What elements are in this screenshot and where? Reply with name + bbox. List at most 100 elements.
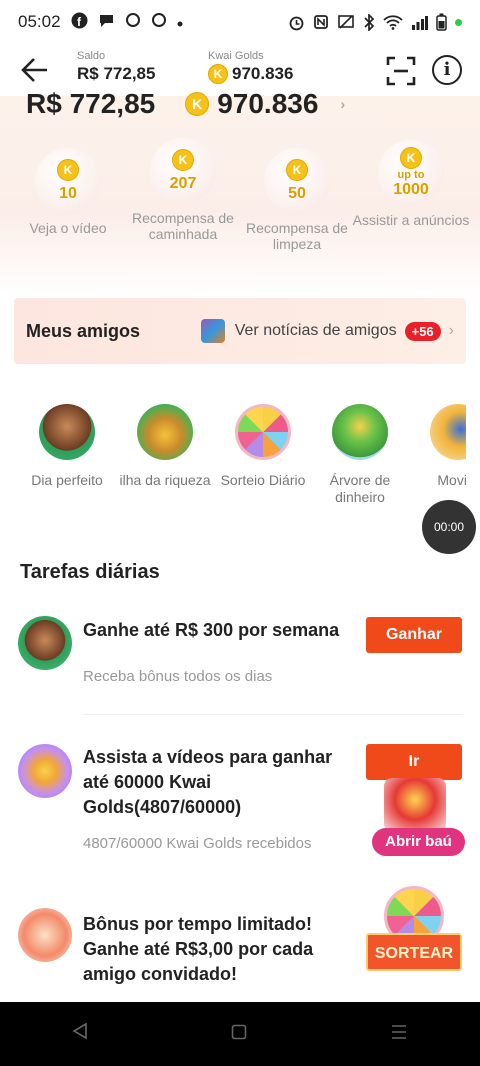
battery-icon (436, 13, 447, 31)
friends-title: Meus amigos (26, 320, 141, 341)
chevron-right-icon: › (448, 322, 454, 339)
signal-icon (412, 15, 428, 30)
info-button[interactable]: i (432, 55, 462, 85)
system-nav-bar (0, 1002, 480, 1066)
reward-cleaning[interactable]: K 50 Recompensa de limpeza (237, 148, 357, 252)
phone-coins-icon (18, 744, 72, 798)
golds-value: 970.836 (232, 64, 294, 83)
ir-button[interactable]: Ir (366, 744, 462, 780)
menu-icon (392, 1024, 407, 1039)
ganhar-button[interactable]: Ganhar (366, 617, 462, 653)
treasure-chest-icon (384, 778, 446, 832)
kwai-coin-icon: K (286, 159, 308, 181)
status-dot (455, 18, 462, 26)
reward-bubble: K up to 1000 (378, 140, 444, 206)
saldo-block: Saldo R$ 772,85 (77, 50, 155, 84)
kwai-coin-icon: K (185, 92, 210, 116)
reward-label: Recompensa de caminhada (132, 210, 234, 242)
reward-value: 50 (288, 185, 306, 202)
wifi-icon (383, 15, 403, 30)
nav-menu-button[interactable] (390, 1023, 408, 1046)
dot-icon (177, 14, 183, 31)
reward-ads[interactable]: K up to 1000 Assistir a anúncios (351, 140, 471, 228)
game-sorteio-diario[interactable]: Sorteio Diário (213, 392, 313, 489)
game-ilha-da-riqueza[interactable]: ilha da riqueza (115, 392, 215, 489)
game-label: Dia perfeito (31, 472, 103, 488)
divider (83, 714, 463, 715)
status-time: 05:02 (18, 12, 61, 31)
nav-home-button[interactable] (231, 1023, 247, 1046)
balance-money: R$ 772,85 (26, 88, 156, 119)
saldo-label: Saldo (77, 50, 106, 62)
reward-bubble: K 50 (264, 148, 330, 214)
reward-label: Assistir a anúncios (352, 212, 470, 228)
cast-icon (338, 15, 354, 29)
girl-avatar-icon (18, 616, 72, 670)
friends-news-label: Ver notícias de amigos (234, 322, 397, 339)
abrir-bau-button[interactable]: Abrir baú (372, 828, 465, 856)
money-tree-icon (332, 404, 388, 460)
facebook-icon: f (71, 12, 88, 33)
reward-value: 10 (59, 185, 77, 202)
scan-icon (386, 56, 416, 86)
prize-wheel-icon (235, 404, 291, 460)
friends-bar[interactable]: Meus amigos Ver notícias de amigos +56 › (14, 298, 466, 364)
bluetooth-icon (364, 13, 375, 31)
back-triangle-icon (72, 1022, 87, 1040)
reward-walk[interactable]: K 207 Recompensa de caminhada (123, 138, 243, 242)
app-icon (125, 12, 141, 32)
reward-prefix: up to (397, 169, 425, 181)
task-title: Bônus por tempo limitado! Ganhe até R$3,… (83, 914, 314, 984)
reward-value: 207 (169, 175, 197, 192)
app-icon (151, 12, 167, 32)
tasks-title: Tarefas diárias (20, 561, 160, 583)
task-subtitle: Receba bônus todos os dias (83, 668, 273, 685)
back-button[interactable] (20, 56, 52, 84)
game-label: Árvore de dinheiro (329, 472, 391, 505)
task-title: Ganhe até R$ 300 por semana (83, 620, 340, 640)
timer-badge[interactable]: 00:00 (422, 500, 476, 554)
scan-button[interactable] (386, 56, 416, 86)
game-label: Sorteio Diário (220, 472, 306, 488)
friends-news-link[interactable]: Ver notícias de amigos +56 › (200, 319, 454, 343)
kwai-coin-icon: K (400, 147, 422, 169)
saldo-value: R$ 772,85 (77, 64, 156, 83)
runner-icon (430, 404, 466, 460)
kwai-coin-icon: K (208, 64, 228, 84)
reward-watch-video[interactable]: K 10 Veja o vídeo (8, 148, 128, 236)
girl-avatar-icon (39, 404, 95, 460)
reward-bubble: K 10 (35, 148, 101, 214)
game-label: Movim (437, 472, 466, 488)
kwai-coin-icon: K (57, 159, 79, 181)
reward-value: 1000 (393, 181, 429, 198)
reward-label: Veja o vídeo (29, 220, 107, 236)
game-movim[interactable]: Movim (408, 392, 466, 489)
games-row: Dia perfeito ilha da riqueza Sorteio Diá… (14, 392, 466, 512)
sortear-button[interactable]: SORTEAR (366, 933, 462, 971)
status-bar: 05:02 f (0, 0, 480, 44)
nfc-icon (314, 15, 328, 29)
info-icon: i (443, 59, 451, 80)
task-title: Assista a vídeos para ganhar até 60000 K… (83, 747, 333, 817)
friends-avatars-icon (200, 319, 225, 343)
balance-summary[interactable]: R$ 772,85 K 970.836 › (26, 88, 345, 120)
golds-label: Kwai Golds (208, 50, 264, 62)
friends-badge: +56 (404, 321, 441, 341)
home-square-icon (231, 1024, 247, 1039)
treasure-chest-icon (137, 404, 193, 460)
alarm-icon (289, 16, 304, 30)
gift-envelope-icon (18, 908, 72, 962)
chevron-right-icon: › (340, 96, 346, 112)
kwai-coin-icon: K (172, 149, 194, 171)
reward-label: Recompensa de limpeza (246, 220, 348, 252)
task-subtitle: 4807/60000 Kwai Golds recebidos (83, 835, 312, 852)
back-arrow-icon (21, 58, 47, 82)
nav-back-button[interactable] (72, 1022, 88, 1046)
game-arvore-de-dinheiro[interactable]: Árvore de dinheiro (310, 392, 410, 506)
game-dia-perfeito[interactable]: Dia perfeito (17, 392, 117, 489)
game-label: ilha da riqueza (119, 472, 211, 488)
balance-golds: 970.836 (217, 88, 319, 119)
golds-block: Kwai Golds K 970.836 (208, 50, 293, 84)
reward-bubble: K 207 (150, 138, 216, 204)
chat-icon (98, 12, 115, 33)
